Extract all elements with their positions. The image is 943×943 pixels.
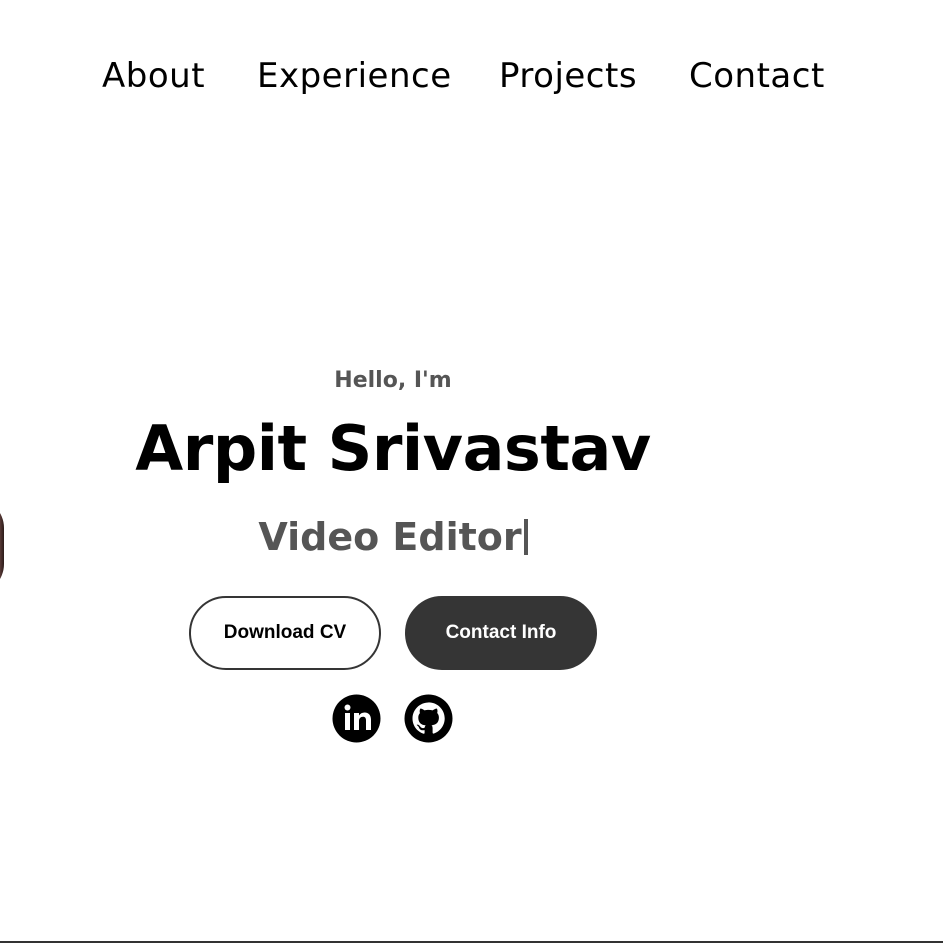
role-text: Video Editor bbox=[100, 515, 686, 559]
nav-link-projects[interactable]: Projects bbox=[499, 50, 637, 102]
top-nav: About Experience Projects Contact bbox=[0, 50, 943, 102]
name-text: Arpit Srivastav bbox=[135, 412, 651, 485]
nav-link-about[interactable]: About bbox=[102, 50, 205, 102]
nav-link-experience[interactable]: Experience bbox=[257, 50, 452, 102]
name-heading: Arpit Srivastav bbox=[100, 412, 686, 485]
page: About Experience Projects Contact Hello,… bbox=[0, 0, 943, 943]
linkedin-icon[interactable] bbox=[332, 694, 381, 743]
github-icon[interactable] bbox=[404, 694, 453, 743]
contact-info-button[interactable]: Contact Info bbox=[405, 596, 597, 670]
download-cv-button[interactable]: Download CV bbox=[189, 596, 381, 670]
nav-link-contact[interactable]: Contact bbox=[689, 50, 825, 102]
profile-photo bbox=[0, 498, 4, 594]
typing-cursor bbox=[523, 519, 528, 555]
role-label: Video Editor bbox=[258, 515, 522, 559]
greeting-text: Hello, I'm bbox=[334, 368, 452, 393]
